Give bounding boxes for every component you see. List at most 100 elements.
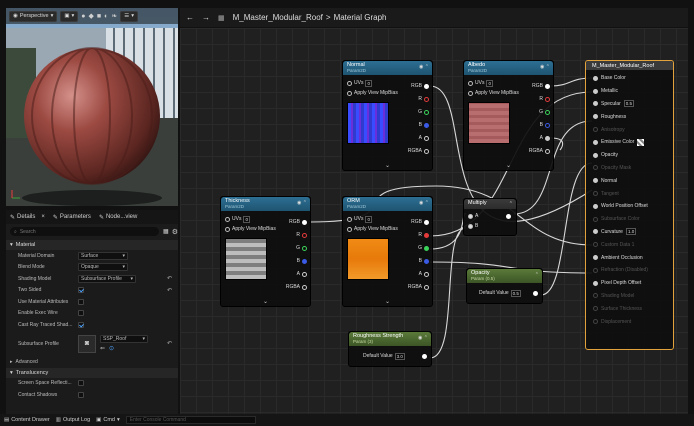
rgb-output-pin-icon[interactable]: [424, 219, 429, 225]
input-pin-icon[interactable]: [593, 127, 598, 133]
rgba-output-pin-icon[interactable]: [424, 284, 429, 290]
input-pin-icon[interactable]: [593, 139, 598, 145]
tab-node-preview[interactable]: ✎ Node...view: [99, 214, 137, 221]
output-pin-row[interactable]: Roughness: [586, 110, 673, 123]
output-pin-value[interactable]: 1.0: [625, 228, 637, 236]
output-pin-row[interactable]: Shading Model: [586, 290, 673, 303]
use-material-attributes-checkbox[interactable]: [78, 298, 84, 305]
input-pin-icon[interactable]: [593, 242, 598, 248]
r-output-pin-icon[interactable]: [545, 96, 550, 102]
content-drawer-button[interactable]: ▤ Content Drawer: [4, 417, 50, 423]
output-pin-row[interactable]: Opacity Mask: [586, 162, 673, 175]
mipbias-pin-icon[interactable]: [347, 90, 352, 96]
output-pin-row[interactable]: Base Color: [586, 72, 673, 85]
enable-exec-wire-checkbox[interactable]: [78, 310, 84, 317]
output-pin-row[interactable]: Surface Thickness: [586, 302, 673, 315]
contact-shadows-checkbox[interactable]: [78, 391, 84, 398]
input-pin-icon[interactable]: [593, 165, 598, 171]
reset-arrow-icon[interactable]: ↶: [167, 275, 172, 282]
output-pin-row[interactable]: Tangent: [586, 187, 673, 200]
node-normal[interactable]: Normal Param2D ◉ ⌃ UVs 0 Apply View MipBias…: [342, 60, 433, 171]
multiply-output-pin-icon[interactable]: [506, 214, 511, 219]
node-menu-icon[interactable]: ◉ ⌃: [419, 64, 429, 70]
node-menu-icon[interactable]: ◉ ⌃: [540, 64, 550, 70]
shading-model-dropdown[interactable]: Subsurface Profile ▾: [78, 274, 136, 283]
uvs-pin-icon[interactable]: [347, 80, 352, 86]
output-pin-row[interactable]: Metallic: [586, 85, 673, 98]
ssr-checkbox[interactable]: [78, 380, 84, 387]
output-pin-row[interactable]: Ambient Occlusion: [586, 251, 673, 264]
expand-chevron-icon[interactable]: ⌄: [464, 162, 553, 169]
b-output-pin-icon[interactable]: [302, 258, 307, 264]
output-pin-row[interactable]: Normal: [586, 174, 673, 187]
input-pin-icon[interactable]: [593, 152, 598, 158]
input-pin-icon[interactable]: [593, 267, 598, 273]
blend-mode-dropdown[interactable]: Opaque ▾: [78, 263, 128, 272]
input-pin-icon[interactable]: [593, 114, 598, 120]
input-pin-icon[interactable]: [593, 75, 598, 81]
node-material-output[interactable]: M_Master_Modular_Roof Base Color Metallic…: [585, 60, 674, 350]
a-output-pin-icon[interactable]: [302, 271, 307, 277]
mipbias-pin-icon[interactable]: [225, 226, 230, 232]
output-pin-row[interactable]: Refraction (Disabled): [586, 264, 673, 277]
g-output-pin-icon[interactable]: [424, 109, 429, 115]
output-log-button[interactable]: ▥ Output Log: [56, 417, 90, 423]
g-output-pin-icon[interactable]: [424, 245, 429, 251]
a-output-pin-icon[interactable]: [424, 271, 429, 277]
reset-arrow-icon[interactable]: ↶: [167, 287, 172, 294]
a-output-pin-icon[interactable]: [424, 135, 429, 141]
output-pin-row[interactable]: World Position Offset: [586, 200, 673, 213]
r-output-pin-icon[interactable]: [424, 232, 429, 238]
b-input-pin-icon[interactable]: [468, 223, 473, 229]
input-pin-icon[interactable]: [593, 255, 598, 261]
expand-chevron-icon[interactable]: ⌄: [343, 298, 432, 305]
grid-view-icon[interactable]: ▦: [163, 228, 169, 235]
find-asset-icon[interactable]: ⊙: [109, 345, 114, 352]
rgba-output-pin-icon[interactable]: [424, 148, 429, 154]
output-pin-row[interactable]: Specular 0.5: [586, 98, 673, 111]
b-output-pin-icon[interactable]: [424, 258, 429, 264]
input-pin-icon[interactable]: [593, 203, 598, 209]
uvs-pin-icon[interactable]: [347, 216, 352, 222]
output-pin-row[interactable]: Opacity: [586, 149, 673, 162]
b-output-pin-icon[interactable]: [424, 122, 429, 128]
mipbias-pin-icon[interactable]: [347, 226, 352, 232]
r-output-pin-icon[interactable]: [302, 232, 307, 238]
section-advanced[interactable]: ▸ Advanced: [6, 357, 178, 367]
details-search-input[interactable]: ⌕ Search: [10, 227, 160, 236]
node-orm[interactable]: ORM Param2D ◉ ⌃ UVs 0 Apply View MipBias RG…: [342, 196, 433, 307]
opacity-output-pin-icon[interactable]: [533, 291, 538, 296]
browse-arrow-icon[interactable]: ⇐: [100, 345, 105, 352]
expand-chevron-icon[interactable]: ⌄: [221, 298, 310, 305]
mipbias-pin-icon[interactable]: [468, 90, 473, 96]
output-pin-row[interactable]: Displacement: [586, 315, 673, 328]
g-output-pin-icon[interactable]: [545, 109, 550, 115]
node-albedo[interactable]: Albedo Param2D ◉ ⌃ UVs 0 Apply View MipBias…: [463, 60, 554, 171]
section-translucency[interactable]: ▾ Translucency: [6, 367, 178, 378]
output-pin-row[interactable]: Custom Data 1: [586, 238, 673, 251]
material-domain-dropdown[interactable]: Surface ▾: [78, 251, 128, 260]
input-pin-icon[interactable]: [593, 229, 598, 235]
node-roughness-strength[interactable]: Roughness Strength Param (3) ◉ ⌃ Default V…: [348, 331, 432, 367]
input-pin-icon[interactable]: [593, 191, 598, 197]
node-menu-icon[interactable]: ⌃: [535, 272, 539, 278]
output-pin-row[interactable]: Curvature 1.0: [586, 226, 673, 239]
b-output-pin-icon[interactable]: [545, 122, 550, 128]
subsurface-profile-dropdown[interactable]: SSP_Roof ▾: [100, 335, 148, 343]
input-pin-icon[interactable]: [593, 216, 598, 222]
close-icon[interactable]: ×: [41, 214, 45, 220]
input-pin-icon[interactable]: [593, 178, 598, 184]
g-output-pin-icon[interactable]: [302, 245, 307, 251]
rgb-output-pin-icon[interactable]: [302, 219, 307, 225]
uvs-pin-icon[interactable]: [225, 216, 230, 222]
a-output-pin-icon[interactable]: [545, 135, 550, 141]
reset-arrow-icon[interactable]: ↶: [167, 340, 172, 347]
input-pin-icon[interactable]: [593, 280, 598, 286]
tab-details[interactable]: ✎ Details ×: [10, 214, 45, 221]
output-pin-row[interactable]: Pixel Depth Offset: [586, 277, 673, 290]
color-swatch-icon[interactable]: [637, 138, 645, 146]
r-output-pin-icon[interactable]: [424, 96, 429, 102]
input-pin-icon[interactable]: [593, 306, 598, 312]
tab-parameters[interactable]: ✎ Parameters: [53, 214, 91, 221]
node-thickness[interactable]: Thickness Param2D ◉ ⌃ UVs 0 Apply View MipB…: [220, 196, 311, 307]
